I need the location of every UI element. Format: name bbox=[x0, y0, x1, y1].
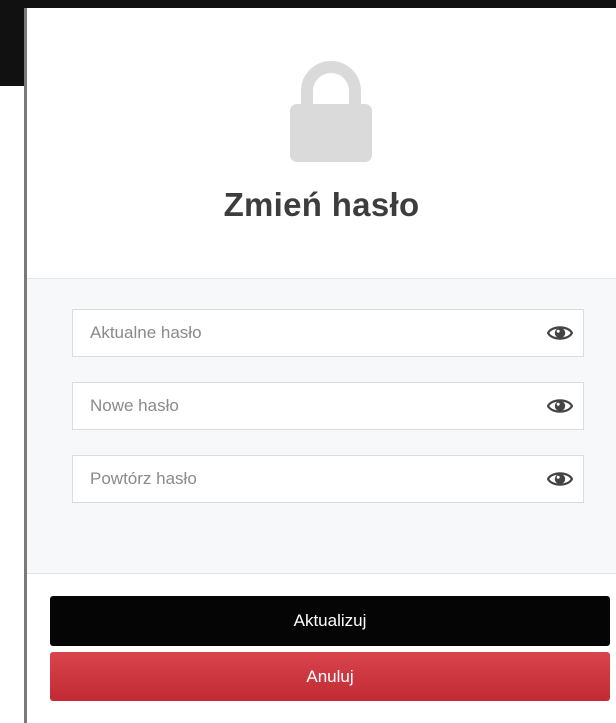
backdrop bbox=[0, 0, 616, 8]
cancel-button[interactable]: Anuluj bbox=[50, 652, 610, 701]
new-password-field bbox=[72, 382, 584, 430]
backdrop-edge bbox=[0, 0, 24, 86]
screen: Zmień hasło Aktualizuj Anuluj bbox=[0, 0, 616, 723]
dialog-body bbox=[27, 279, 616, 574]
eye-icon[interactable] bbox=[547, 395, 573, 417]
update-button[interactable]: Aktualizuj bbox=[50, 596, 610, 646]
eye-icon[interactable] bbox=[547, 468, 573, 490]
change-password-dialog: Zmień hasło Aktualizuj Anuluj bbox=[24, 8, 616, 723]
lock-icon bbox=[290, 61, 372, 162]
eye-icon[interactable] bbox=[547, 322, 573, 344]
new-password-input[interactable] bbox=[73, 383, 513, 429]
repeat-password-input[interactable] bbox=[73, 456, 513, 502]
dialog-title: Zmień hasło bbox=[223, 186, 420, 223]
dialog-header: Zmień hasło bbox=[27, 8, 616, 279]
current-password-field bbox=[72, 309, 584, 357]
current-password-input[interactable] bbox=[73, 310, 513, 356]
repeat-password-field bbox=[72, 455, 584, 503]
